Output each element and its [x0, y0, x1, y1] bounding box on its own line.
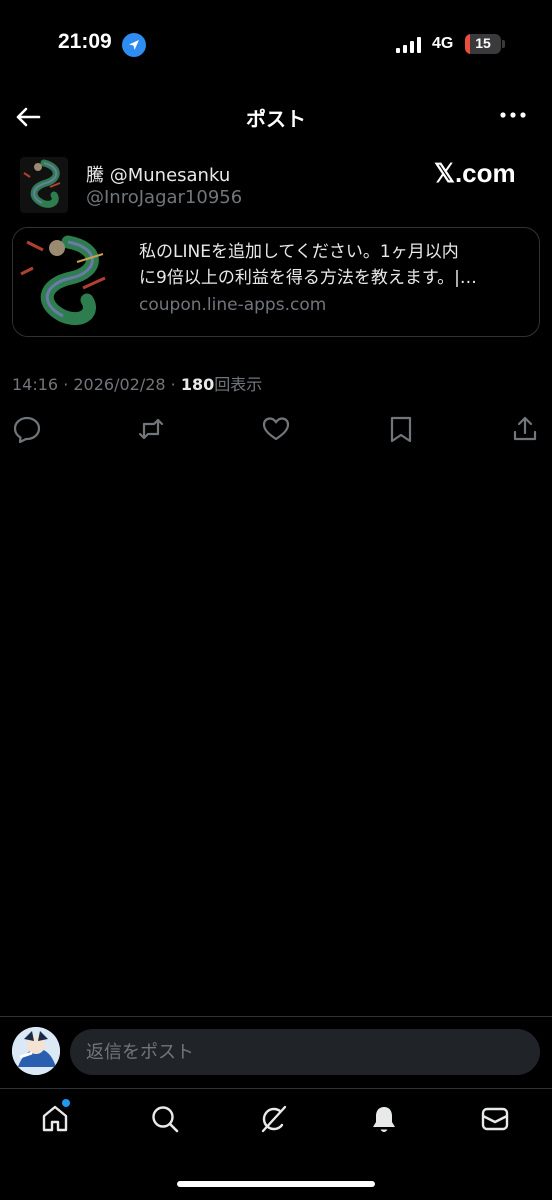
author-name[interactable]: 騰 @Munesanku: [86, 161, 230, 187]
bookmark-icon[interactable]: [386, 414, 416, 444]
more-horizontal-icon[interactable]: [497, 103, 529, 127]
views-label: 回表示: [214, 375, 263, 394]
like-icon[interactable]: [261, 414, 291, 444]
location-arrow-icon: [122, 33, 146, 57]
home-icon[interactable]: [39, 1103, 71, 1135]
link-card-domain: coupon.line-apps.com: [139, 295, 327, 315]
reply-input[interactable]: [70, 1029, 540, 1075]
grok-icon[interactable]: [258, 1103, 290, 1135]
retweet-icon[interactable]: [136, 414, 166, 444]
link-card-title-line: 私のLINEを追加してください。1ヶ月以内: [139, 242, 459, 262]
author-handle[interactable]: @InroJagar10956: [86, 187, 242, 208]
search-icon[interactable]: [149, 1103, 181, 1135]
post-timestamp: 14:16 · 2026/02/28 ·: [12, 375, 181, 394]
battery-cap: [502, 40, 505, 48]
link-card-title: 私のLINEを追加してください。1ヶ月以内 に9倍以上の利益を得る方法を教えます…: [139, 239, 529, 291]
battery-icon: 15: [465, 34, 501, 54]
page-title: ポスト: [246, 107, 306, 131]
battery-percentage: 15: [475, 35, 491, 51]
network-type: 4G: [432, 35, 454, 52]
home-notification-dot: [62, 1099, 70, 1107]
link-card-title-line: に9倍以上の利益を得る方法を教えます。|…: [139, 268, 477, 288]
home-indicator: [177, 1181, 375, 1187]
divider: [0, 1016, 552, 1017]
cellular-signal-icon: [396, 37, 422, 53]
divider: [0, 1088, 552, 1089]
notifications-icon[interactable]: [368, 1103, 400, 1135]
share-icon[interactable]: [510, 414, 540, 444]
source-label: 𝕏.com: [434, 158, 516, 188]
link-card[interactable]: 私のLINEを追加してください。1ヶ月以内 に9倍以上の利益を得る方法を教えます…: [12, 227, 540, 337]
user-avatar[interactable]: [12, 1027, 60, 1075]
status-bar: 21:09 4G 15: [0, 0, 552, 90]
top-bar: ポスト: [0, 95, 552, 137]
messages-icon[interactable]: [479, 1103, 511, 1135]
post-meta: 14:16 · 2026/02/28 · 180回表示: [12, 371, 262, 395]
link-card-thumbnail: [13, 228, 123, 336]
views-count[interactable]: 180: [181, 375, 214, 394]
status-time: 21:09: [58, 30, 112, 53]
author-avatar[interactable]: [20, 157, 68, 213]
reply-icon[interactable]: [12, 414, 42, 444]
